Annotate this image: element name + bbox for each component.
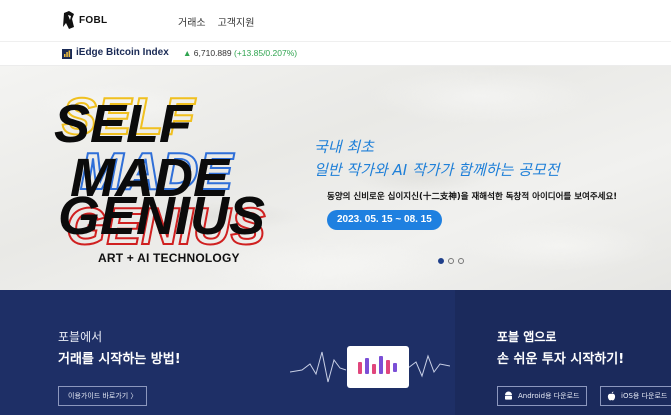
event-date-badge: 2023. 05. 15 ~ 08. 15 (327, 210, 442, 230)
slide-dot-3[interactable] (458, 258, 464, 264)
index-chart-icon (62, 49, 72, 59)
art-subtitle: ART + AI TECHNOLOGY (98, 251, 240, 265)
ios-download-label: iOS용 다운로드 (621, 392, 668, 400)
top-navigation: FOBL 거래소 고객지원 (0, 0, 671, 42)
art-word-self: SELF (54, 94, 194, 154)
slide-dot-1[interactable] (438, 258, 444, 264)
hero-banner[interactable]: SELF MADE GENIUS SELF MADE GENIUS ART + … (0, 66, 671, 290)
art-word-genius: GENIUS (58, 186, 265, 246)
hero-headline-line2: 일반 작가와 AI 작가가 함께하는 공모전 (314, 161, 560, 179)
fobl-logo-icon (63, 11, 74, 29)
hero-description: 동양의 신비로운 십이지신(十二支神)을 재해석한 독창적 아이디어를 보여주세… (327, 192, 618, 202)
nav-exchange[interactable]: 거래소 (178, 14, 206, 29)
index-price: 6,710.889 (193, 48, 232, 58)
main-nav: 거래소 고객지원 (178, 14, 254, 29)
app-download-panel: 포블 앱으로 손 쉬운 투자 시작하기! Android용 다운로드 iOS용 … (455, 290, 671, 415)
ios-download-button[interactable]: iOS용 다운로드 (600, 386, 671, 406)
slide-indicator (438, 258, 464, 264)
index-change: (+13.85/0.207%) (234, 48, 298, 58)
nav-support[interactable]: 고객지원 (218, 14, 255, 29)
guide-title-line1: 포블에서 (58, 330, 103, 344)
up-arrow-icon: ▲ (183, 48, 192, 58)
app-title-line1: 포블 앱으로 (497, 330, 557, 344)
hero-headline-line1: 국내 최초 (314, 138, 374, 156)
guide-title-line2: 거래를 시작하는 방법! (58, 352, 181, 367)
candlestick-chart-icon (347, 346, 409, 388)
apple-icon (607, 391, 616, 401)
candlestick-bars (358, 356, 397, 374)
trading-guide-panel: 포블에서 거래를 시작하는 방법! 이용가이드 바로가기 〉 (0, 290, 455, 415)
index-name[interactable]: iEdge Bitcoin Index (76, 47, 169, 58)
android-download-label: Android용 다운로드 (518, 392, 580, 400)
logo-text: FOBL (79, 14, 108, 26)
fobl-logo[interactable]: FOBL (62, 10, 107, 30)
android-download-button[interactable]: Android용 다운로드 (497, 386, 587, 406)
index-ticker: iEdge Bitcoin Index ▲ 6,710.889 (+13.85/… (0, 42, 671, 66)
guide-link-button[interactable]: 이용가이드 바로가기 〉 (58, 386, 148, 406)
slide-dot-2[interactable] (448, 258, 454, 264)
index-value: ▲ 6,710.889 (+13.85/0.207%) (183, 48, 297, 58)
self-made-genius-artwork: SELF MADE GENIUS SELF MADE GENIUS (54, 87, 267, 254)
app-title-line2: 손 쉬운 투자 시작하기! (497, 352, 625, 367)
android-icon (505, 391, 512, 400)
